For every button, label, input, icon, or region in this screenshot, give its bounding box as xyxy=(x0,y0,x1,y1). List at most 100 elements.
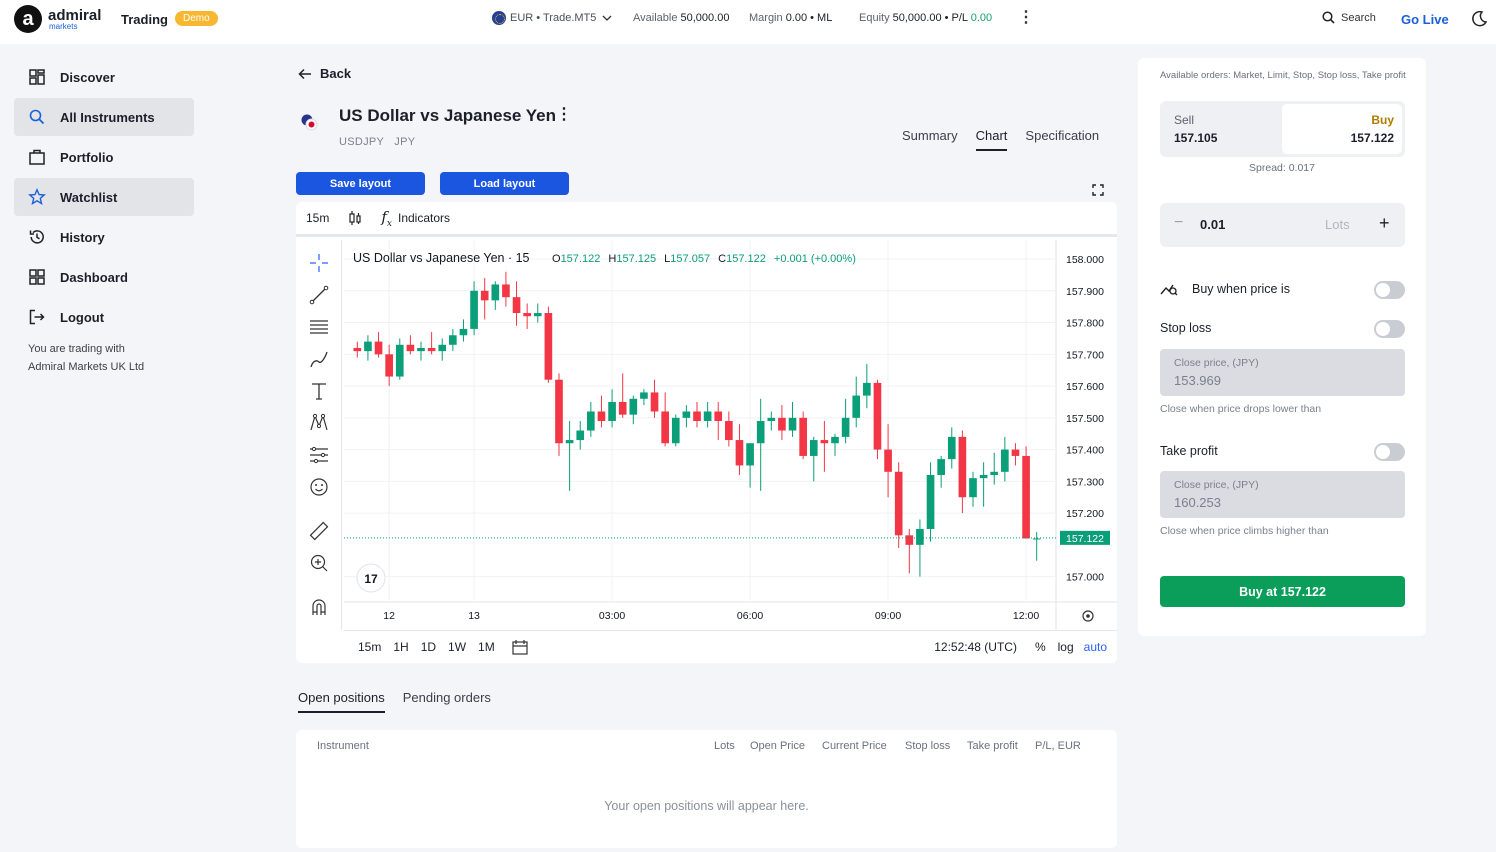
text-tool-icon[interactable] xyxy=(308,380,330,402)
candle[interactable] xyxy=(470,281,478,336)
zoom-in-icon[interactable] xyxy=(308,552,330,574)
candle[interactable] xyxy=(597,395,606,428)
buy-option[interactable]: Buy 157.122 xyxy=(1282,104,1402,154)
candle[interactable] xyxy=(937,455,945,488)
column-header[interactable]: Stop loss xyxy=(905,740,950,752)
candle[interactable] xyxy=(1022,446,1030,539)
trend-line-icon[interactable] xyxy=(308,284,330,306)
candle[interactable] xyxy=(438,338,447,361)
crosshair-icon[interactable] xyxy=(308,252,330,274)
admiral-logo[interactable]: a admiral markets xyxy=(14,5,101,33)
candle[interactable] xyxy=(852,376,861,428)
sidebar-item-discover[interactable]: Discover xyxy=(14,58,194,96)
candle[interactable] xyxy=(640,389,648,406)
lots-input[interactable]: 0.01 xyxy=(1200,217,1225,232)
candle[interactable] xyxy=(788,401,797,437)
candle[interactable] xyxy=(799,411,807,460)
candle[interactable] xyxy=(969,471,977,507)
timeframe-15m[interactable]: 15m xyxy=(358,640,381,654)
sidebar-item-watchlist[interactable]: Watchlist xyxy=(14,178,194,216)
interval-selector[interactable]: 15m xyxy=(306,211,329,225)
candle[interactable] xyxy=(767,411,776,431)
candle[interactable] xyxy=(385,344,393,387)
candlestick-chart[interactable]: 158.000 157.900 157.800 157.700 157.600 157.5… xyxy=(344,240,1117,630)
candle[interactable] xyxy=(650,379,659,418)
percent-toggle[interactable]: % xyxy=(1035,640,1046,654)
candle[interactable] xyxy=(544,306,553,383)
tradingview-logo[interactable]: 17 xyxy=(356,563,386,593)
timeframe-1h[interactable]: 1H xyxy=(393,640,408,654)
candle[interactable] xyxy=(480,278,489,320)
candle[interactable] xyxy=(364,335,372,361)
log-toggle[interactable]: log xyxy=(1058,640,1074,654)
candle[interactable] xyxy=(1032,532,1041,561)
dark-mode-icon[interactable] xyxy=(1470,10,1488,28)
price-chart[interactable]: 158.000 157.900 157.800 157.700 157.600 157.5… xyxy=(344,240,1117,630)
candle[interactable] xyxy=(693,401,701,428)
brush-icon[interactable] xyxy=(308,348,330,370)
utc-clock[interactable]: 12:52:48 (UTC) xyxy=(934,640,1017,654)
stop-loss-toggle[interactable] xyxy=(1374,320,1405,338)
candle[interactable] xyxy=(491,281,500,310)
instrument-more-icon[interactable]: ⋮ xyxy=(556,107,572,123)
candle[interactable] xyxy=(512,281,521,326)
column-header[interactable]: Current Price xyxy=(822,740,887,752)
pattern-icon[interactable] xyxy=(308,412,330,434)
candle[interactable] xyxy=(778,405,786,441)
tab-pending-orders[interactable]: Pending orders xyxy=(403,690,491,713)
column-header[interactable]: Open Price xyxy=(750,740,805,752)
candle[interactable] xyxy=(1011,443,1020,466)
tab-summary[interactable]: Summary xyxy=(902,128,958,151)
sidebar-item-dashboard[interactable]: Dashboard xyxy=(14,258,194,296)
column-header[interactable]: Instrument xyxy=(317,740,369,752)
timeframe-1m[interactable]: 1M xyxy=(478,640,495,654)
sidebar-item-history[interactable]: History xyxy=(14,218,194,256)
candle[interactable] xyxy=(502,271,510,307)
candle[interactable] xyxy=(587,401,595,437)
tab-chart[interactable]: Chart xyxy=(975,128,1008,151)
go-to-date-icon[interactable] xyxy=(511,638,529,656)
candle[interactable] xyxy=(979,462,988,507)
sidebar-item-portfolio[interactable]: Portfolio xyxy=(14,138,194,176)
candle[interactable] xyxy=(374,332,383,358)
candle[interactable] xyxy=(618,373,627,418)
candle[interactable] xyxy=(449,328,457,352)
search-button[interactable]: Search xyxy=(1322,11,1376,24)
auto-toggle[interactable]: auto xyxy=(1084,640,1107,654)
prediction-icon[interactable] xyxy=(308,444,330,466)
ruler-icon[interactable] xyxy=(308,520,330,542)
more-menu-icon[interactable]: ⋮ xyxy=(1018,10,1034,26)
candle[interactable] xyxy=(576,421,585,450)
take-profit-price-field[interactable]: Close price, (JPY) 160.253 xyxy=(1160,471,1405,518)
candle[interactable] xyxy=(916,519,924,577)
candle[interactable] xyxy=(863,363,871,409)
candle[interactable] xyxy=(725,411,733,447)
candle[interactable] xyxy=(523,303,531,329)
fib-retracement-icon[interactable] xyxy=(308,316,330,338)
stop-loss-price-field[interactable]: Close price, (JPY) 153.969 xyxy=(1160,349,1405,396)
candle[interactable] xyxy=(873,379,882,460)
candle[interactable] xyxy=(555,373,563,456)
sell-label[interactable]: Sell xyxy=(1174,113,1194,127)
candle[interactable] xyxy=(894,462,903,549)
candle[interactable] xyxy=(427,332,436,355)
back-button[interactable]: Back xyxy=(298,66,351,81)
candle[interactable] xyxy=(884,424,892,498)
sell-price[interactable]: 157.105 xyxy=(1174,131,1217,145)
take-profit-toggle[interactable] xyxy=(1374,443,1405,461)
candle[interactable] xyxy=(714,401,723,441)
candle-type-icon[interactable] xyxy=(347,210,363,226)
increase-lots-button[interactable]: + xyxy=(1379,213,1390,234)
candle[interactable] xyxy=(608,389,616,428)
emoji-icon[interactable] xyxy=(308,476,330,498)
candle[interactable] xyxy=(820,421,829,472)
save-layout-button[interactable]: Save layout xyxy=(296,172,425,195)
go-live-link[interactable]: Go Live xyxy=(1401,12,1449,27)
column-header[interactable]: P/L, EUR xyxy=(1035,740,1081,752)
candle[interactable] xyxy=(831,433,839,456)
candle[interactable] xyxy=(353,341,362,358)
timeframe-1d[interactable]: 1D xyxy=(421,640,436,654)
candle[interactable] xyxy=(990,452,999,485)
column-header[interactable]: Lots xyxy=(714,740,735,752)
timeframe-1w[interactable]: 1W xyxy=(448,640,466,654)
